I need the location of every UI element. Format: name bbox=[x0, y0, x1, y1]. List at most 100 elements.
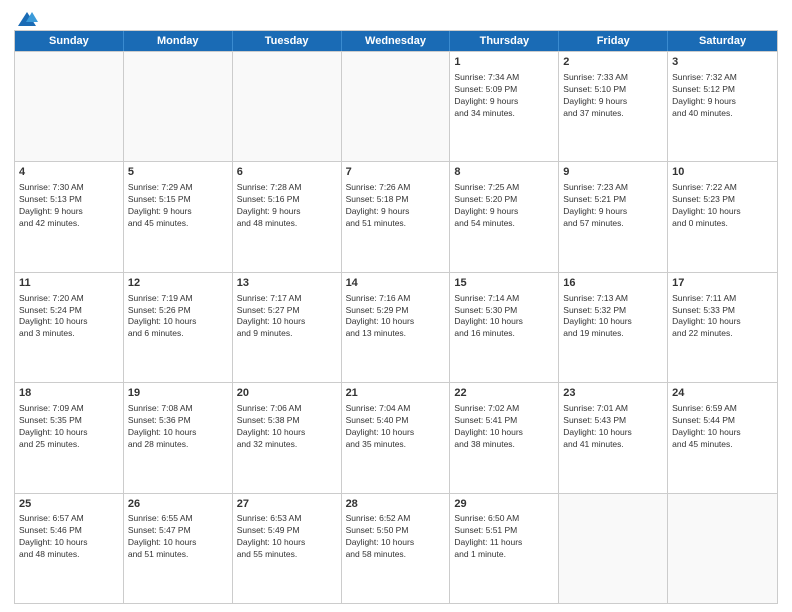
cell-info: Sunrise: 7:13 AMSunset: 5:32 PMDaylight:… bbox=[563, 293, 663, 341]
calendar-cell: 1 Sunrise: 7:34 AMSunset: 5:09 PMDaylight… bbox=[450, 52, 559, 161]
calendar-cell: 14 Sunrise: 7:16 AMSunset: 5:29 PMDayligh… bbox=[342, 273, 451, 382]
cell-info: Sunrise: 7:28 AMSunset: 5:16 PMDaylight:… bbox=[237, 182, 337, 230]
day-number: 5 bbox=[128, 165, 228, 180]
calendar-row: 11 Sunrise: 7:20 AMSunset: 5:24 PMDayligh… bbox=[15, 272, 777, 382]
calendar-cell: 28Sunrise: 6:52 AMSunset: 5:50 PMDayligh… bbox=[342, 494, 451, 603]
calendar-cell: 25Sunrise: 6:57 AMSunset: 5:46 PMDayligh… bbox=[15, 494, 124, 603]
calendar-cell bbox=[124, 52, 233, 161]
header-day: Wednesday bbox=[342, 31, 451, 51]
day-number: 27 bbox=[237, 497, 337, 512]
day-number: 7 bbox=[346, 165, 446, 180]
calendar-cell bbox=[233, 52, 342, 161]
calendar-cell bbox=[668, 494, 777, 603]
calendar-cell: 11 Sunrise: 7:20 AMSunset: 5:24 PMDayligh… bbox=[15, 273, 124, 382]
day-number: 10 bbox=[672, 165, 773, 180]
calendar-body: 1 Sunrise: 7:34 AMSunset: 5:09 PMDaylight… bbox=[15, 51, 777, 603]
cell-info: Sunrise: 7:11 AMSunset: 5:33 PMDaylight:… bbox=[672, 293, 773, 341]
calendar-cell: 12 Sunrise: 7:19 AMSunset: 5:26 PMDayligh… bbox=[124, 273, 233, 382]
day-number: 17 bbox=[672, 276, 773, 291]
calendar-cell: 24 Sunrise: 6:59 AMSunset: 5:44 PMDayligh… bbox=[668, 383, 777, 492]
calendar-cell bbox=[342, 52, 451, 161]
cell-info: Sunrise: 6:52 AMSunset: 5:50 PMDaylight:… bbox=[346, 513, 446, 561]
header-day: Saturday bbox=[668, 31, 777, 51]
day-number: 13 bbox=[237, 276, 337, 291]
calendar-cell: 6 Sunrise: 7:28 AMSunset: 5:16 PMDaylight… bbox=[233, 162, 342, 271]
calendar-cell: 3 Sunrise: 7:32 AMSunset: 5:12 PMDaylight… bbox=[668, 52, 777, 161]
calendar-row: 1 Sunrise: 7:34 AMSunset: 5:09 PMDaylight… bbox=[15, 51, 777, 161]
cell-info: Sunrise: 6:57 AMSunset: 5:46 PMDaylight:… bbox=[19, 513, 119, 561]
day-number: 19 bbox=[128, 386, 228, 401]
cell-info: Sunrise: 7:33 AMSunset: 5:10 PMDaylight:… bbox=[563, 72, 663, 120]
day-number: 29 bbox=[454, 497, 554, 512]
calendar-cell: 4 Sunrise: 7:30 AMSunset: 5:13 PMDaylight… bbox=[15, 162, 124, 271]
calendar-cell: 17 Sunrise: 7:11 AMSunset: 5:33 PMDayligh… bbox=[668, 273, 777, 382]
calendar-cell: 27Sunrise: 6:53 AMSunset: 5:49 PMDayligh… bbox=[233, 494, 342, 603]
cell-info: Sunrise: 6:50 AMSunset: 5:51 PMDaylight:… bbox=[454, 513, 554, 561]
header-day: Sunday bbox=[15, 31, 124, 51]
day-number: 22 bbox=[454, 386, 554, 401]
calendar-cell bbox=[559, 494, 668, 603]
calendar-cell: 20Sunrise: 7:06 AMSunset: 5:38 PMDayligh… bbox=[233, 383, 342, 492]
day-number: 16 bbox=[563, 276, 663, 291]
calendar-cell: 8 Sunrise: 7:25 AMSunset: 5:20 PMDaylight… bbox=[450, 162, 559, 271]
day-number: 15 bbox=[454, 276, 554, 291]
cell-info: Sunrise: 7:23 AMSunset: 5:21 PMDaylight:… bbox=[563, 182, 663, 230]
calendar-cell bbox=[15, 52, 124, 161]
calendar-cell: 7 Sunrise: 7:26 AMSunset: 5:18 PMDaylight… bbox=[342, 162, 451, 271]
cell-info: Sunrise: 7:26 AMSunset: 5:18 PMDaylight:… bbox=[346, 182, 446, 230]
cell-info: Sunrise: 7:30 AMSunset: 5:13 PMDaylight:… bbox=[19, 182, 119, 230]
day-number: 25 bbox=[19, 497, 119, 512]
cell-info: Sunrise: 7:29 AMSunset: 5:15 PMDaylight:… bbox=[128, 182, 228, 230]
calendar-cell: 29Sunrise: 6:50 AMSunset: 5:51 PMDayligh… bbox=[450, 494, 559, 603]
day-number: 20 bbox=[237, 386, 337, 401]
day-number: 18 bbox=[19, 386, 119, 401]
cell-info: Sunrise: 6:55 AMSunset: 5:47 PMDaylight:… bbox=[128, 513, 228, 561]
calendar-cell: 26Sunrise: 6:55 AMSunset: 5:47 PMDayligh… bbox=[124, 494, 233, 603]
calendar-row: 18 Sunrise: 7:09 AMSunset: 5:35 PMDayligh… bbox=[15, 382, 777, 492]
day-number: 1 bbox=[454, 55, 554, 70]
cell-info: Sunrise: 7:08 AMSunset: 5:36 PMDaylight:… bbox=[128, 403, 228, 451]
day-number: 12 bbox=[128, 276, 228, 291]
cell-info: Sunrise: 7:14 AMSunset: 5:30 PMDaylight:… bbox=[454, 293, 554, 341]
day-number: 11 bbox=[19, 276, 119, 291]
cell-info: Sunrise: 7:04 AMSunset: 5:40 PMDaylight:… bbox=[346, 403, 446, 451]
day-number: 28 bbox=[346, 497, 446, 512]
calendar-cell: 10 Sunrise: 7:22 AMSunset: 5:23 PMDayligh… bbox=[668, 162, 777, 271]
day-number: 4 bbox=[19, 165, 119, 180]
cell-info: Sunrise: 7:22 AMSunset: 5:23 PMDaylight:… bbox=[672, 182, 773, 230]
calendar-cell: 2 Sunrise: 7:33 AMSunset: 5:10 PMDaylight… bbox=[559, 52, 668, 161]
logo-icon bbox=[16, 10, 38, 28]
calendar-cell: 13 Sunrise: 7:17 AMSunset: 5:27 PMDayligh… bbox=[233, 273, 342, 382]
cell-info: Sunrise: 7:01 AMSunset: 5:43 PMDaylight:… bbox=[563, 403, 663, 451]
cell-info: Sunrise: 7:32 AMSunset: 5:12 PMDaylight:… bbox=[672, 72, 773, 120]
calendar-cell: 15 Sunrise: 7:14 AMSunset: 5:30 PMDayligh… bbox=[450, 273, 559, 382]
cell-info: Sunrise: 6:59 AMSunset: 5:44 PMDaylight:… bbox=[672, 403, 773, 451]
cell-info: Sunrise: 7:20 AMSunset: 5:24 PMDaylight:… bbox=[19, 293, 119, 341]
day-number: 21 bbox=[346, 386, 446, 401]
day-number: 8 bbox=[454, 165, 554, 180]
calendar-row: 25Sunrise: 6:57 AMSunset: 5:46 PMDayligh… bbox=[15, 493, 777, 603]
calendar-cell: 9Sunrise: 7:23 AMSunset: 5:21 PMDaylight… bbox=[559, 162, 668, 271]
calendar-cell: 16 Sunrise: 7:13 AMSunset: 5:32 PMDayligh… bbox=[559, 273, 668, 382]
calendar-cell: 23Sunrise: 7:01 AMSunset: 5:43 PMDayligh… bbox=[559, 383, 668, 492]
page: SundayMondayTuesdayWednesdayThursdayFrid… bbox=[0, 0, 792, 612]
logo bbox=[14, 10, 38, 24]
day-number: 14 bbox=[346, 276, 446, 291]
cell-info: Sunrise: 7:17 AMSunset: 5:27 PMDaylight:… bbox=[237, 293, 337, 341]
header-day: Monday bbox=[124, 31, 233, 51]
day-number: 24 bbox=[672, 386, 773, 401]
cell-info: Sunrise: 7:34 AMSunset: 5:09 PMDaylight:… bbox=[454, 72, 554, 120]
cell-info: Sunrise: 7:25 AMSunset: 5:20 PMDaylight:… bbox=[454, 182, 554, 230]
header-day: Tuesday bbox=[233, 31, 342, 51]
header-day: Thursday bbox=[450, 31, 559, 51]
day-number: 2 bbox=[563, 55, 663, 70]
cell-info: Sunrise: 7:19 AMSunset: 5:26 PMDaylight:… bbox=[128, 293, 228, 341]
day-number: 3 bbox=[672, 55, 773, 70]
cell-info: Sunrise: 7:09 AMSunset: 5:35 PMDaylight:… bbox=[19, 403, 119, 451]
day-number: 26 bbox=[128, 497, 228, 512]
calendar-cell: 19 Sunrise: 7:08 AMSunset: 5:36 PMDayligh… bbox=[124, 383, 233, 492]
calendar-row: 4 Sunrise: 7:30 AMSunset: 5:13 PMDaylight… bbox=[15, 161, 777, 271]
day-number: 6 bbox=[237, 165, 337, 180]
calendar-cell: 21 Sunrise: 7:04 AMSunset: 5:40 PMDayligh… bbox=[342, 383, 451, 492]
cell-info: Sunrise: 7:16 AMSunset: 5:29 PMDaylight:… bbox=[346, 293, 446, 341]
